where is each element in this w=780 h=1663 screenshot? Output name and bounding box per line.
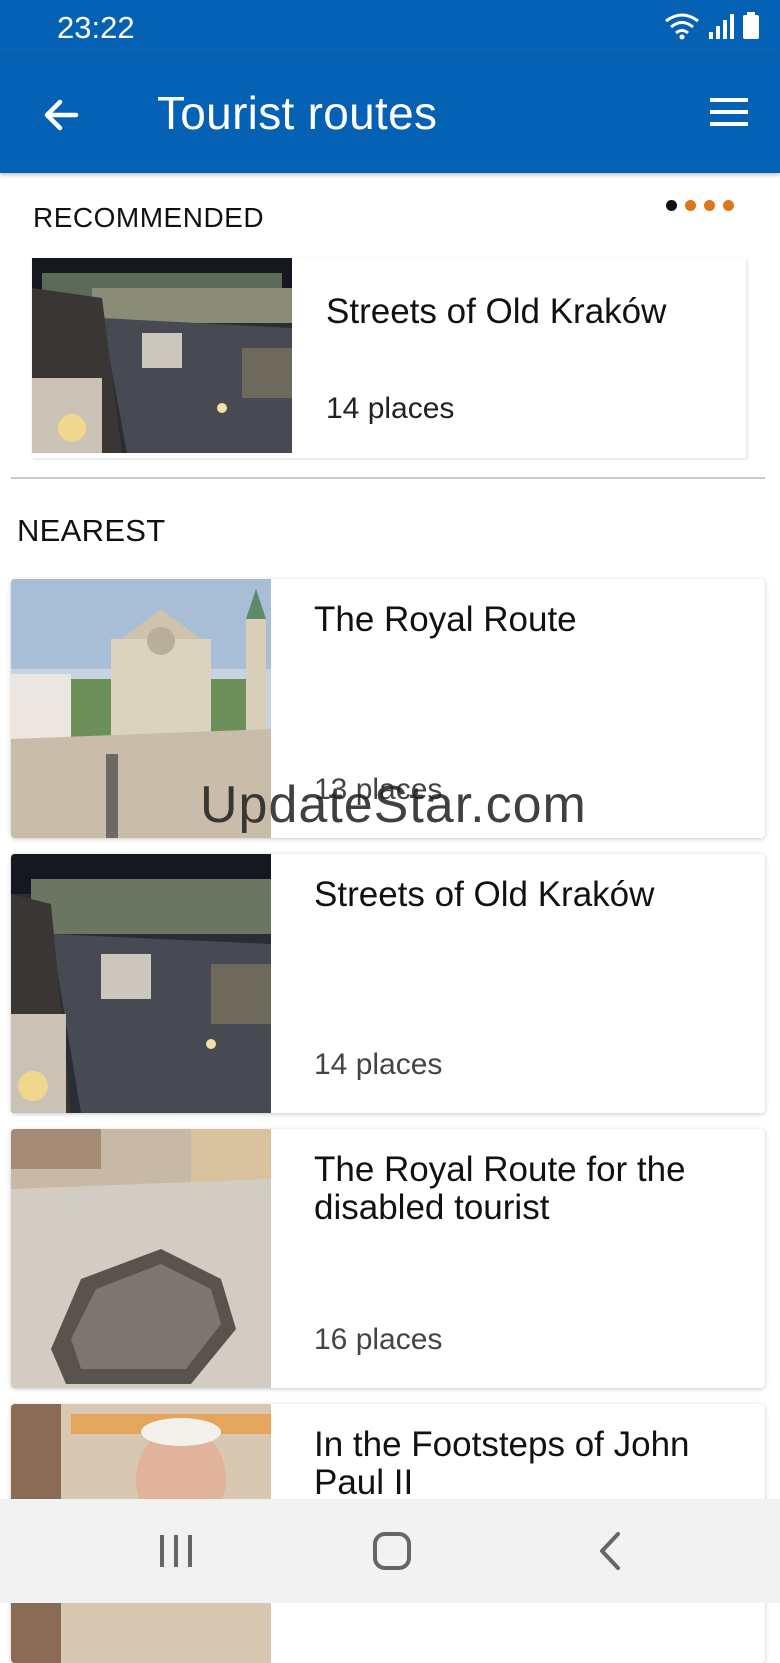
recent-apps-icon[interactable] [154,1529,198,1573]
pager-dot[interactable] [685,200,696,211]
carousel-pager-dots[interactable] [666,200,734,211]
back-nav-icon[interactable] [590,1529,634,1573]
status-time: 23:22 [57,10,135,45]
route-card[interactable]: The Royal Route for the disabled tourist… [11,1129,765,1388]
pager-dot[interactable] [704,200,715,211]
route-name: Streets of Old Kraków [314,875,655,914]
recommended-route-card[interactable]: Streets of Old Kraków 14 places [32,258,746,458]
route-name: The Royal Route for the disabled tourist [314,1150,686,1227]
recommended-heading: RECOMMENDED [33,202,265,233]
route-thumbnail-night-square [11,854,271,1113]
section-divider [11,477,765,479]
route-name: Streets of Old Kraków [326,292,667,331]
hamburger-menu-icon[interactable] [708,94,750,130]
route-places-count: 14 places [326,392,455,425]
pager-dot[interactable] [723,200,734,211]
status-bar: 23:22 [0,0,780,56]
home-icon[interactable] [370,1529,414,1573]
battery-icon [743,12,759,39]
route-card[interactable]: Streets of Old Kraków 14 places [11,854,765,1113]
route-name: In the Footsteps of John Paul II [314,1425,690,1502]
route-name: The Royal Route [314,600,577,639]
pager-dot-active[interactable] [666,200,677,211]
arrow-left-icon[interactable] [38,91,86,139]
route-places-count: 16 places [314,1323,443,1356]
signal-icon [709,14,734,39]
status-icons [664,12,760,40]
app-bar: Tourist routes [0,56,780,173]
system-nav-bar [0,1499,780,1603]
route-thumbnail-night-square [32,258,292,453]
page-title: Tourist routes [157,87,438,139]
route-places-count: 14 places [314,1048,443,1081]
nearest-heading: NEAREST [17,513,166,548]
watermark: UpdateStar.com [200,776,587,834]
route-thumbnail-tactile-model [11,1129,271,1388]
wifi-icon [665,13,699,40]
